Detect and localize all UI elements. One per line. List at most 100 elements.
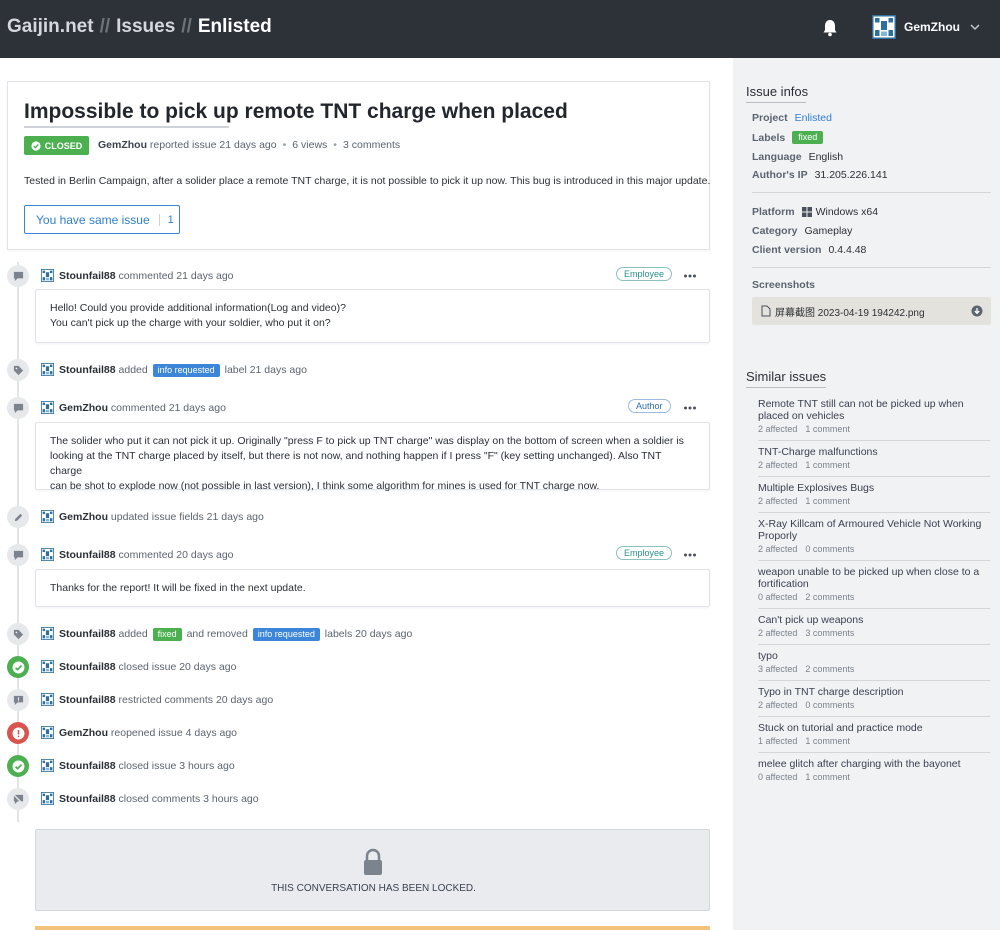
label-info-requested[interactable]: info requested <box>152 364 220 377</box>
breadcrumb-issues[interactable]: Issues <box>116 16 175 37</box>
timeline-icon <box>7 656 29 678</box>
event-user[interactable]: Stounfail88 <box>59 661 116 673</box>
breadcrumb-separator: // <box>99 16 111 37</box>
label-info-requested[interactable]: info requested <box>252 628 320 641</box>
similar-issue-item[interactable]: Can't pick up weapons 2 affected 3 comment… <box>758 614 990 645</box>
issue-title: Impossible to pick up remote TNT charge … <box>24 100 568 123</box>
similar-issue-title[interactable]: Can't pick up weapons <box>758 614 990 626</box>
event-user[interactable]: Stounfail88 <box>59 549 116 561</box>
same-issue-label: You have same issue <box>36 212 150 227</box>
role-badge: Employee <box>616 267 673 281</box>
similar-issue-title[interactable]: typo <box>758 650 990 662</box>
field-value: 0.4.4.48 <box>828 244 867 256</box>
issue-card: Impossible to pick up remote TNT charge … <box>7 81 710 250</box>
field-value: Gameplay <box>804 225 853 237</box>
similar-issue-item[interactable]: weapon unable to be picked up when close… <box>758 566 990 609</box>
label-fixed[interactable]: fixed <box>792 131 824 144</box>
timeline-event: Stounfail88 added fixed and removed info… <box>7 623 710 645</box>
more-options-icon[interactable] <box>683 401 697 415</box>
field-value-project[interactable]: Enlisted <box>795 112 832 124</box>
event-user[interactable]: Stounfail88 <box>59 760 116 772</box>
event-user[interactable]: Stounfail88 <box>59 694 116 706</box>
check-circle-icon <box>31 140 41 151</box>
same-issue-button[interactable]: You have same issue 1 <box>24 205 180 234</box>
similar-issue-title[interactable]: X-Ray Killcam of Armoured Vehicle Not Wo… <box>758 518 990 542</box>
similar-issue-comments: 0 comments <box>805 544 855 554</box>
event-action: restricted comments 20 days ago <box>118 694 274 706</box>
download-icon[interactable] <box>971 305 983 317</box>
timeline-icon <box>7 689 29 711</box>
similar-issue-item[interactable]: Typo in TNT charge description 2 affected… <box>758 686 990 717</box>
similar-issue-affected: 2 affected <box>758 496 798 506</box>
comment-line: Thanks for the report! It will be fixed … <box>50 582 306 594</box>
event-action: commented 20 days ago <box>118 549 234 561</box>
similar-issue-affected: 2 affected <box>758 628 798 638</box>
similar-issue-title[interactable]: TNT-Charge malfunctions <box>758 446 990 458</box>
issue-infos-title-text: Issue infos <box>746 84 809 99</box>
issue-comments-count: 3 comments <box>342 139 401 151</box>
breadcrumb-separator: // <box>181 16 192 37</box>
similar-issue-item[interactable]: Multiple Explosives Bugs 2 affected 1 comm… <box>758 482 990 513</box>
screenshots-label: Screenshots <box>752 279 822 291</box>
breadcrumb-home[interactable]: Gaijin.net <box>7 16 94 37</box>
event-user[interactable]: Stounfail88 <box>59 793 116 805</box>
avatar <box>41 627 54 640</box>
similar-issue-item[interactable]: melee glitch after charging with the bay… <box>758 758 990 788</box>
similar-issue-item[interactable]: X-Ray Killcam of Armoured Vehicle Not Wo… <box>758 518 990 561</box>
field-platform: Platform Windows x64 <box>752 206 878 218</box>
similar-issue-title[interactable]: Stuck on tutorial and practice mode <box>758 722 990 734</box>
title-underline <box>24 126 229 128</box>
more-options-icon[interactable] <box>683 548 697 562</box>
similar-issue-item[interactable]: Remote TNT still can not be picked up wh… <box>758 398 990 441</box>
similar-issue-item[interactable]: typo 3 affected 2 comments <box>758 650 990 681</box>
issue-meta: GemZhou reported issue 21 days ago • 6 vie… <box>98 139 401 151</box>
event-user[interactable]: Stounfail88 <box>59 628 116 640</box>
similar-issue-item[interactable]: TNT-Charge malfunctions 2 affected 1 comme… <box>758 446 990 477</box>
similar-issue-title[interactable]: weapon unable to be picked up when close… <box>758 566 990 590</box>
user-menu[interactable]: GemZhou <box>872 15 980 39</box>
timeline-event: GemZhou commented 21 days ago Author <box>7 397 710 419</box>
issue-author[interactable]: GemZhou <box>98 139 147 151</box>
similar-issue-comments: 2 comments <box>805 592 855 602</box>
pencil-icon <box>13 512 24 523</box>
breadcrumb: Gaijin.net//Issues//Enlisted <box>7 16 272 38</box>
event-user[interactable]: Stounfail88 <box>59 364 116 376</box>
similar-issue-title[interactable]: melee glitch after charging with the bay… <box>758 758 990 770</box>
event-user[interactable]: GemZhou <box>59 727 108 739</box>
similar-issue-item[interactable]: Stuck on tutorial and practice mode 1 aff… <box>758 722 990 753</box>
more-options-icon[interactable] <box>683 269 697 283</box>
similar-issue-comments: 1 comment <box>805 460 850 470</box>
screenshot-attachment[interactable]: 屏幕截图 2023-04-19 194242.png <box>752 297 991 325</box>
event-action: reopened issue 4 days ago <box>110 727 238 739</box>
divider <box>752 192 991 193</box>
label-fixed[interactable]: fixed <box>152 628 182 641</box>
event-action: and removed <box>186 628 248 640</box>
event-action: added <box>118 364 148 376</box>
comment-line: looking at the TNT charge placed by itse… <box>50 450 662 477</box>
timeline-event: Stounfail88 closed issue 3 hours ago <box>7 755 710 777</box>
similar-issues-title-text: Similar issues <box>746 369 827 384</box>
similar-issues-title: Similar issues <box>746 369 827 388</box>
timeline-icon <box>7 397 29 419</box>
timeline-icon <box>7 265 29 287</box>
similar-issue-title[interactable]: Typo in TNT charge description <box>758 686 990 698</box>
timeline-event: Stounfail88 closed comments 3 hours ago <box>7 788 710 810</box>
similar-issue-title[interactable]: Multiple Explosives Bugs <box>758 482 990 494</box>
event-user[interactable]: Stounfail88 <box>59 270 116 282</box>
similar-issue-affected: 2 affected <box>758 424 798 434</box>
event-action: label 21 days ago <box>224 364 307 376</box>
similar-issue-comments: 1 comment <box>805 424 850 434</box>
avatar <box>41 693 54 706</box>
breadcrumb-project[interactable]: Enlisted <box>198 16 272 37</box>
event-user[interactable]: GemZhou <box>59 402 108 414</box>
notification-bell-icon[interactable] <box>822 19 838 37</box>
avatar <box>41 759 54 772</box>
field-value: English <box>808 151 844 163</box>
event-text: Stounfail88 added fixed and removed info… <box>59 628 412 641</box>
locked-conversation-notice: THIS CONVERSATION HAS BEEN LOCKED. <box>35 829 710 911</box>
event-user[interactable]: GemZhou <box>59 511 108 523</box>
similar-issue-title[interactable]: Remote TNT still can not be picked up wh… <box>758 398 990 422</box>
avatar <box>41 269 54 282</box>
similar-issue-comments: 1 comment <box>805 736 850 746</box>
event-text: Stounfail88 commented 21 days ago <box>59 270 234 282</box>
